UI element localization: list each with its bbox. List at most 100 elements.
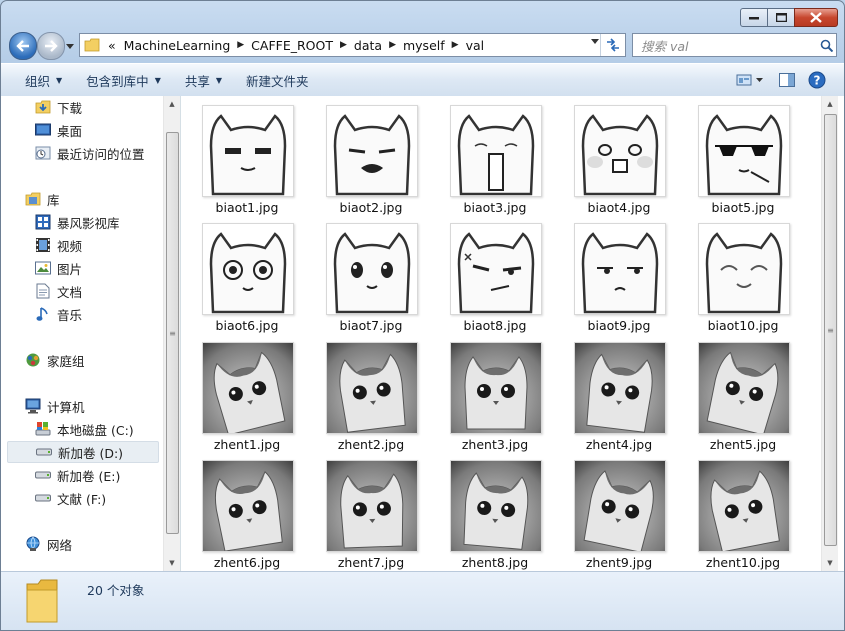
cartoon-cat-thumbnail[interactable] [450,105,542,197]
breadcrumb-separator-icon[interactable]: ▶ [449,40,462,50]
address-history-chevron-icon[interactable] [591,39,599,44]
breadcrumb-separator-icon[interactable]: ▶ [337,40,350,50]
nav-item-drive-c[interactable]: 本地磁盘 (C:) [35,418,161,440]
file-name[interactable]: zhent3.jpg [440,437,550,452]
file-item[interactable]: biaot5.jpg [688,96,798,215]
file-name[interactable]: biaot8.jpg [440,318,550,333]
file-item[interactable]: zhent1.jpg [192,333,302,452]
file-item[interactable]: zhent2.jpg [316,333,426,452]
cartoon-cat-thumbnail[interactable] [202,223,294,315]
file-item[interactable]: biaot7.jpg [316,214,426,333]
cat-photo-thumbnail[interactable] [698,342,790,434]
file-name[interactable]: biaot4.jpg [564,200,674,215]
file-item[interactable]: biaot8.jpg [440,214,550,333]
file-item[interactable]: biaot6.jpg [192,214,302,333]
content-scrollbar[interactable]: ▲ ≡ ▼ [821,96,838,571]
nav-item-music[interactable]: 音乐 [35,303,161,325]
file-name[interactable]: zhent9.jpg [564,555,674,570]
new-folder-button[interactable]: 新建文件夹 [234,71,321,90]
nav-item-network[interactable]: 网络 [25,533,161,555]
breadcrumb-machinelearning[interactable]: MachineLearning [120,38,235,53]
file-name[interactable]: zhent7.jpg [316,555,426,570]
search-icon[interactable] [816,39,836,52]
breadcrumb-val[interactable]: val [462,38,489,53]
cartoon-cat-thumbnail[interactable] [574,105,666,197]
cat-photo-thumbnail[interactable] [698,460,790,552]
search-box[interactable]: 搜索 val [632,33,837,57]
file-item[interactable]: zhent8.jpg [440,451,550,570]
breadcrumb-overflow[interactable]: « [104,38,120,53]
cat-photo-thumbnail[interactable] [450,460,542,552]
cat-photo-thumbnail[interactable] [202,460,294,552]
file-name[interactable]: zhent10.jpg [688,555,798,570]
address-bar[interactable]: « MachineLearning ▶ CAFFE_ROOT ▶ data ▶ … [79,33,626,57]
file-name[interactable]: biaot6.jpg [192,318,302,333]
file-name[interactable]: zhent1.jpg [192,437,302,452]
file-item[interactable]: biaot1.jpg [192,96,302,215]
file-item[interactable]: zhent9.jpg [564,451,674,570]
nav-item-libraries[interactable]: 库 [25,188,161,210]
minimize-button[interactable] [740,8,768,27]
file-name[interactable]: biaot2.jpg [316,200,426,215]
file-name[interactable]: biaot7.jpg [316,318,426,333]
organize-menu[interactable]: 组织 ▼ [13,71,74,90]
file-name[interactable]: zhent6.jpg [192,555,302,570]
file-name[interactable]: biaot9.jpg [564,318,674,333]
file-item[interactable]: zhent6.jpg [192,451,302,570]
file-item[interactable]: biaot3.jpg [440,96,550,215]
nav-item-drive-f[interactable]: 文献 (F:) [35,487,161,509]
file-item[interactable]: zhent7.jpg [316,451,426,570]
content-scroll-thumb[interactable]: ≡ [824,114,837,546]
cartoon-cat-thumbnail[interactable] [450,223,542,315]
breadcrumb-caffe-root[interactable]: CAFFE_ROOT [247,38,337,53]
cat-photo-thumbnail[interactable] [574,342,666,434]
cat-photo-thumbnail[interactable] [326,460,418,552]
cartoon-cat-thumbnail[interactable] [574,223,666,315]
cartoon-cat-thumbnail[interactable] [698,105,790,197]
scroll-up-arrow-icon[interactable]: ▲ [164,96,180,112]
file-name[interactable]: biaot1.jpg [192,200,302,215]
nav-item-computer[interactable]: 计算机 [25,395,161,417]
cartoon-cat-thumbnail[interactable] [202,105,294,197]
file-name[interactable]: zhent8.jpg [440,555,550,570]
file-item[interactable]: zhent5.jpg [688,333,798,452]
file-item[interactable]: biaot4.jpg [564,96,674,215]
cat-photo-thumbnail[interactable] [574,460,666,552]
recent-pages-dropdown[interactable] [65,41,75,51]
file-name[interactable]: biaot5.jpg [688,200,798,215]
cat-photo-thumbnail[interactable] [202,342,294,434]
scroll-down-arrow-icon[interactable]: ▼ [822,555,838,571]
refresh-button[interactable] [600,34,625,56]
nav-item-storm[interactable]: 暴风影视库 [35,211,161,233]
help-button[interactable]: ? [806,70,828,90]
back-button[interactable] [9,32,37,60]
change-view-button[interactable] [734,70,768,90]
nav-item-drive-d[interactable]: 新加卷 (D:) [7,441,159,463]
nav-item-downloads[interactable]: 下载 [35,96,161,118]
file-item[interactable]: biaot9.jpg [564,214,674,333]
breadcrumb-myself[interactable]: myself [399,38,449,53]
search-input[interactable]: 搜索 val [633,36,816,55]
nav-item-pictures[interactable]: 图片 [35,257,161,279]
breadcrumb-separator-icon[interactable]: ▶ [234,40,247,50]
nav-item-drive-e[interactable]: 新加卷 (E:) [35,464,161,486]
nav-scroll-thumb[interactable]: ≡ [166,132,179,534]
cartoon-cat-thumbnail[interactable] [326,223,418,315]
nav-item-recent[interactable]: 最近访问的位置 [35,142,161,164]
scroll-up-arrow-icon[interactable]: ▲ [822,96,838,112]
nav-item-documents[interactable]: 文档 [35,280,161,302]
file-item[interactable]: biaot10.jpg [688,214,798,333]
include-in-library-menu[interactable]: 包含到库中 ▼ [74,71,173,90]
forward-button[interactable] [37,32,65,60]
share-menu[interactable]: 共享 ▼ [173,71,234,90]
file-name[interactable]: zhent4.jpg [564,437,674,452]
breadcrumb-data[interactable]: data [350,38,386,53]
cartoon-cat-thumbnail[interactable] [698,223,790,315]
nav-item-desktop[interactable]: 桌面 [35,119,161,141]
close-button[interactable] [794,8,838,27]
file-name[interactable]: biaot10.jpg [688,318,798,333]
scroll-down-arrow-icon[interactable]: ▼ [164,555,180,571]
maximize-button[interactable] [767,8,795,27]
file-name[interactable]: biaot3.jpg [440,200,550,215]
nav-scrollbar[interactable]: ▲ ≡ ▼ [163,96,180,571]
